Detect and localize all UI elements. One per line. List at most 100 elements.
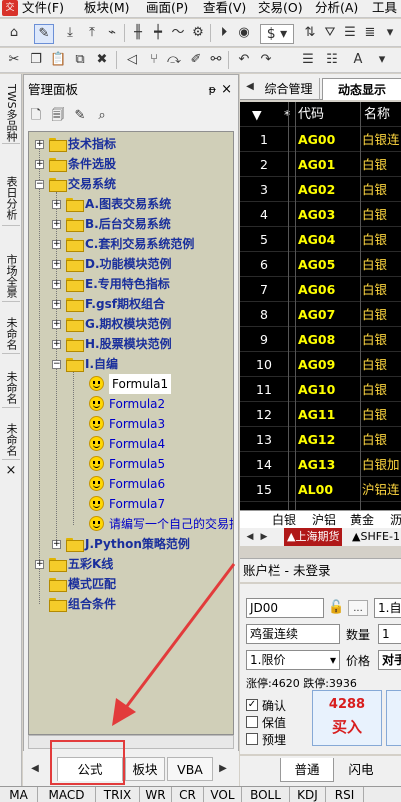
align-icon[interactable]: ≣ [362, 25, 378, 41]
play-icon[interactable]: ⏵ [216, 25, 232, 41]
vtab-untitled-2[interactable]: 未命名 [2, 368, 20, 408]
menu-analysis[interactable]: 分析(A) [315, 0, 358, 16]
indicator-tab[interactable]: RSI [326, 787, 364, 802]
menu-sector[interactable]: 板块(M) [84, 0, 130, 16]
table-row[interactable]: 11 AG10 白银 [240, 377, 401, 402]
collapse-icon[interactable]: − [52, 360, 61, 369]
table-row[interactable]: 10 AG09 白银 [240, 352, 401, 377]
clipboard-icon[interactable]: ⧉ [72, 52, 88, 68]
table-row[interactable]: 6 AG05 白银 [240, 252, 401, 277]
table-row[interactable]: 7 AG06 白银 [240, 277, 401, 302]
indicator-tab[interactable]: BOLL [242, 787, 290, 802]
format-right-icon[interactable]: ☷ [324, 52, 340, 68]
cut-icon[interactable]: ✂ [6, 52, 22, 68]
expand-icon[interactable]: + [52, 220, 61, 229]
category-silver[interactable]: 白银 [272, 511, 296, 529]
tree-folder[interactable]: + 条件选股 [29, 154, 233, 174]
collapse-icon[interactable]: − [35, 180, 44, 189]
bar-chart-icon[interactable]: ┿ [150, 25, 166, 41]
table-row[interactable]: 1 AG00 白银连 [240, 127, 401, 152]
currency-dropdown[interactable]: $ ▾ [260, 24, 294, 44]
delete-icon[interactable]: ✖ [94, 52, 110, 68]
instrument-field[interactable]: 鸡蛋连续 [246, 624, 340, 644]
tab-dynamic[interactable]: 动态显示 [322, 78, 401, 100]
vtab-untitled-3[interactable]: 未命名 [2, 420, 20, 460]
paste-icon[interactable]: 📋 [50, 52, 66, 68]
expand-icon[interactable]: + [52, 240, 61, 249]
tree-folder[interactable]: + C.套利交易系统范例 [29, 234, 233, 254]
formula-item[interactable]: Formula3 [29, 414, 233, 434]
qty-field[interactable]: 1 [378, 624, 401, 644]
dropdown-icon[interactable]: ▾ [374, 52, 390, 68]
upload-icon[interactable]: ⤒ [84, 25, 100, 41]
category-gold[interactable]: 黄金 [350, 511, 374, 529]
table-row[interactable]: 8 AG07 白银 [240, 302, 401, 327]
tree-folder[interactable]: + J.Python策略范例 [29, 534, 233, 554]
menu-screen[interactable]: 画面(P) [146, 0, 188, 16]
table-row[interactable]: 12 AG11 白银 [240, 402, 401, 427]
indicator-tab[interactable]: MA [0, 787, 38, 802]
notify-icon[interactable]: ⌁ [104, 25, 120, 41]
tab-vba[interactable]: VBA [167, 757, 213, 781]
account-id-field[interactable]: JD00 [246, 598, 324, 618]
formula-item[interactable]: Formula6 [29, 474, 233, 494]
tabs-scroll-left-icon[interactable]: ◀ [27, 761, 43, 777]
sell-button[interactable] [386, 690, 401, 746]
panel-close-icon[interactable]: × [221, 80, 232, 100]
vtab-daily-analysis[interactable]: 表日分析 [2, 170, 20, 226]
tab-overview[interactable]: 综合管理 [258, 78, 320, 100]
hedge-checkbox[interactable] [246, 716, 258, 728]
expand-icon[interactable]: + [52, 260, 61, 269]
tree-folder[interactable]: − I.自编 [29, 354, 233, 374]
expand-icon[interactable]: + [52, 340, 61, 349]
vtab-tws[interactable]: TWS多品种 [2, 82, 20, 144]
preset-checkbox[interactable] [246, 733, 258, 745]
sort-arrow-icon[interactable]: ▼ [252, 102, 272, 127]
header-code[interactable]: 代码 [298, 102, 348, 127]
tab-sector[interactable]: 板块 [125, 757, 165, 781]
indicator-tab[interactable]: WR [140, 787, 172, 802]
undo-icon[interactable]: ↶ [236, 52, 252, 68]
record-icon[interactable]: ◉ [236, 25, 252, 41]
fork-icon[interactable]: ⑂ [146, 52, 162, 68]
tabs-scroll-right-icon[interactable]: ▶ [215, 761, 231, 777]
strip-close-icon[interactable]: × [2, 462, 20, 480]
table-row[interactable]: 3 AG02 白银 [240, 177, 401, 202]
redo-icon[interactable]: ↷ [258, 52, 274, 68]
download-icon[interactable]: ⤓ [62, 25, 78, 41]
table-row[interactable]: 2 AG01 白银 [240, 152, 401, 177]
buy-button[interactable]: 4288 买入 [312, 690, 382, 746]
more-icon[interactable]: ▾ [382, 25, 398, 41]
expand-icon[interactable]: + [52, 300, 61, 309]
market-shfe-1[interactable]: ▲SHFE-1 [352, 528, 400, 546]
indicator-tab[interactable]: KDJ [290, 787, 326, 802]
formula-item[interactable]: Formula7 [29, 494, 233, 514]
menu-file[interactable]: 文件(F) [22, 0, 64, 16]
tab-flash[interactable]: 闪电 [336, 758, 386, 782]
formula-item[interactable]: Formula4 [29, 434, 233, 454]
text-size-icon[interactable]: A [350, 52, 366, 68]
vtab-untitled-1[interactable]: 未命名 [2, 314, 20, 354]
lock-icon[interactable]: 🔓 [328, 600, 344, 616]
new-file-icon[interactable]: 🗋 [28, 108, 44, 124]
table-row[interactable]: 13 AG12 白银 [240, 427, 401, 452]
menu-tools[interactable]: 工具 [372, 0, 397, 16]
binoculars-icon[interactable]: ⚯ [208, 52, 224, 68]
skip-icon[interactable]: ⤼ [166, 52, 182, 68]
indicator-tab[interactable]: MACD [38, 787, 96, 802]
expand-icon[interactable]: + [52, 320, 61, 329]
edit-icon[interactable]: ✎ [72, 108, 88, 124]
category-aluminum[interactable]: 沪铝 [312, 511, 336, 529]
tree-folder[interactable]: + A.图表交易系统 [29, 194, 233, 214]
indicator-tab[interactable]: VOL [204, 787, 242, 802]
order-type-select[interactable]: 1.限价 ▾ [246, 650, 340, 670]
vtab-market-overview[interactable]: 市场全景 [2, 250, 20, 302]
list-icon[interactable]: ☰ [342, 25, 358, 41]
tree-folder[interactable]: + G.期权模块范例 [29, 314, 233, 334]
table-row[interactable]: 15 AL00 沪铝连 [240, 477, 401, 502]
contract-field[interactable]: 1.自 [374, 598, 401, 618]
indicator-tab[interactable]: TRIX [96, 787, 140, 802]
tree-folder[interactable]: + D.功能模块范例 [29, 254, 233, 274]
header-name[interactable]: 名称 [364, 102, 401, 127]
more-accounts-button[interactable]: ... [348, 600, 368, 616]
